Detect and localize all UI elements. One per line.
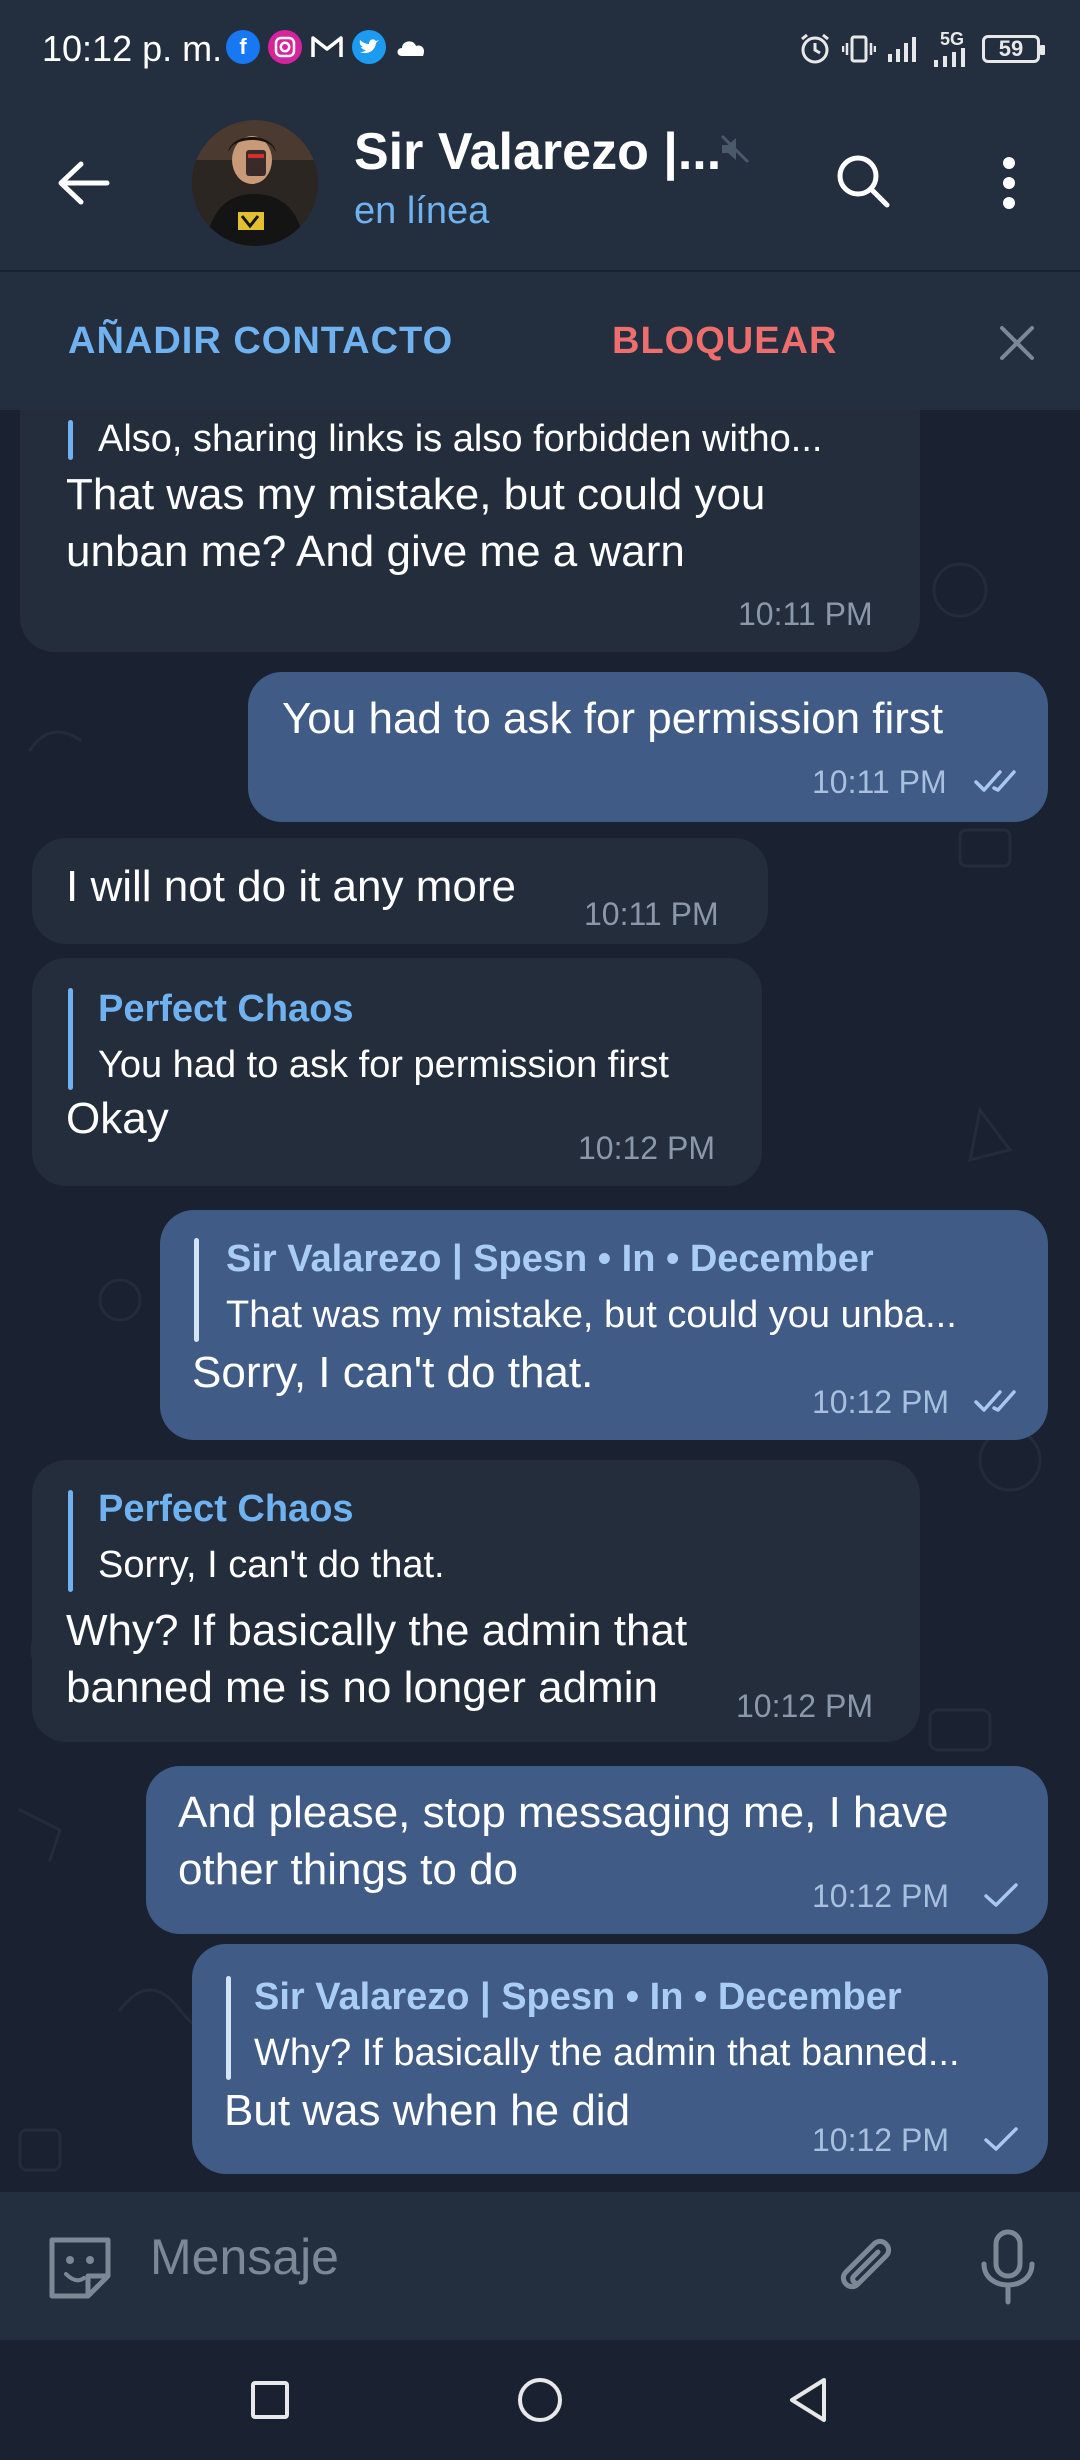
message-time: 10:11 PM [812, 764, 947, 800]
message-list[interactable]: Also, sharing links is also forbidden wi… [0, 410, 1080, 2192]
reply-snippet: Why? If basically the admin that banned.… [254, 2032, 960, 2074]
notification-icons: f [226, 30, 428, 64]
message-text-line: unban me? And give me a warn [66, 527, 685, 576]
online-status: en línea [354, 190, 490, 232]
paperclip-icon [840, 2238, 892, 2290]
message-outgoing[interactable]: Sir Valarezo | Spesn • In • December Tha… [160, 1210, 1048, 1440]
status-bar: 10:12 p. m. f 5G 59 [0, 0, 1080, 100]
close-icon [1000, 326, 1034, 360]
single-check-icon [984, 1883, 1018, 1907]
signal-icon [888, 37, 916, 62]
search-button[interactable] [830, 148, 896, 214]
instagram-icon [268, 30, 302, 64]
system-nav-bar [0, 2340, 1080, 2460]
chat-header: Sir Valarezo |... en línea [0, 100, 1080, 270]
system-status-icons: 5G 59 [798, 30, 1045, 68]
back-arrow-icon [58, 161, 110, 205]
message-text-line: But was when he did [224, 2086, 631, 2135]
reply-snippet: Also, sharing links is also forbidden wi… [98, 418, 823, 460]
battery-icon: 59 [982, 35, 1045, 63]
message-time: 10:11 PM [584, 896, 719, 932]
cloud-icon [394, 30, 428, 64]
alarm-icon [801, 33, 829, 64]
reply-bar [226, 1976, 231, 2080]
double-check-icon [974, 770, 1016, 792]
message-text-line: That was my mistake, but could you [66, 470, 766, 519]
recent-apps-button[interactable] [250, 2380, 290, 2420]
single-check-icon [984, 2127, 1018, 2151]
reply-sender-name: Sir Valarezo | Spesn • In • December [254, 1976, 902, 2018]
reply-snippet: Sorry, I can't do that. [98, 1544, 445, 1586]
message-text-line: Sorry, I can't do that. [192, 1348, 594, 1397]
search-icon [837, 155, 890, 208]
message-text-line: You had to ask for permission first [282, 694, 944, 743]
message-text-line: I will not do it any more [66, 862, 516, 911]
chat-title[interactable]: Sir Valarezo |... [354, 122, 721, 182]
message-text-line: Okay [66, 1094, 169, 1143]
reply-sender-name: Perfect Chaos [98, 1488, 354, 1530]
reply-snippet: That was my mistake, but could you unba.… [226, 1294, 957, 1336]
system-back-button[interactable] [786, 2376, 830, 2424]
message-text-line: Why? If basically the admin that [66, 1606, 688, 1655]
message-time: 10:12 PM [812, 1878, 949, 1914]
message-time: 10:12 PM [736, 1688, 873, 1724]
message-time: 10:12 PM [812, 1384, 949, 1420]
message-incoming[interactable]: Also, sharing links is also forbidden wi… [20, 410, 920, 652]
vibrate-icon [842, 35, 876, 63]
emoji-button[interactable] [42, 2230, 118, 2306]
battery-level: 59 [998, 36, 1024, 61]
message-incoming[interactable]: I will not do it any more 10:11 PM [32, 838, 768, 944]
close-action-bar-button[interactable] [990, 316, 1044, 370]
contact-action-bar: AÑADIR CONTACTO BLOQUEAR [0, 270, 1080, 410]
twitter-icon [352, 30, 386, 64]
home-button[interactable] [516, 2376, 564, 2424]
contact-avatar[interactable] [192, 120, 318, 246]
status-time: 10:12 p. m. [42, 28, 223, 69]
sticker-emoji-icon [49, 2237, 111, 2299]
message-incoming[interactable]: Perfect Chaos You had to ask for permiss… [32, 958, 762, 1186]
reply-bar [68, 1490, 73, 1592]
reply-sender-name: Perfect Chaos [98, 988, 354, 1030]
gmail-icon [310, 30, 344, 64]
message-outgoing[interactable]: You had to ask for permission first 10:1… [248, 672, 1048, 822]
block-button[interactable]: BLOQUEAR [612, 320, 837, 363]
double-check-icon [974, 1390, 1016, 1412]
5g-signal-icon: 5G [932, 30, 972, 68]
reply-bar [194, 1238, 199, 1342]
message-outgoing[interactable]: And please, stop messaging me, I have ot… [146, 1766, 1048, 1934]
mute-icon [720, 134, 750, 164]
attach-button[interactable] [826, 2228, 902, 2304]
message-text-line: banned me is no longer admin [66, 1663, 658, 1712]
voice-message-button[interactable] [970, 2226, 1046, 2306]
message-time: 10:11 PM [738, 596, 873, 632]
reply-sender-name: Sir Valarezo | Spesn • In • December [226, 1238, 874, 1280]
more-vertical-icon [1003, 157, 1015, 209]
reply-snippet: You had to ask for permission first [98, 1044, 669, 1086]
message-text-line: And please, stop messaging me, I have [178, 1788, 949, 1837]
avatar-photo [192, 120, 318, 246]
microphone-icon [981, 2229, 1035, 2305]
network-label: 5G [939, 29, 964, 49]
message-outgoing[interactable]: Sir Valarezo | Spesn • In • December Why… [192, 1944, 1048, 2174]
add-contact-button[interactable]: AÑADIR CONTACTO [68, 320, 453, 363]
message-input[interactable]: Mensaje [150, 2228, 339, 2286]
more-options-button[interactable] [984, 148, 1034, 218]
reply-bar [68, 988, 73, 1090]
back-button[interactable] [50, 150, 116, 216]
reply-bar [68, 420, 73, 460]
message-incoming[interactable]: Perfect Chaos Sorry, I can't do that. Wh… [32, 1460, 920, 1742]
message-text-line: other things to do [178, 1845, 519, 1894]
message-composer: Mensaje [0, 2192, 1080, 2340]
message-time: 10:12 PM [812, 2122, 949, 2158]
facebook-icon: f [226, 30, 260, 64]
message-time: 10:12 PM [578, 1130, 715, 1166]
